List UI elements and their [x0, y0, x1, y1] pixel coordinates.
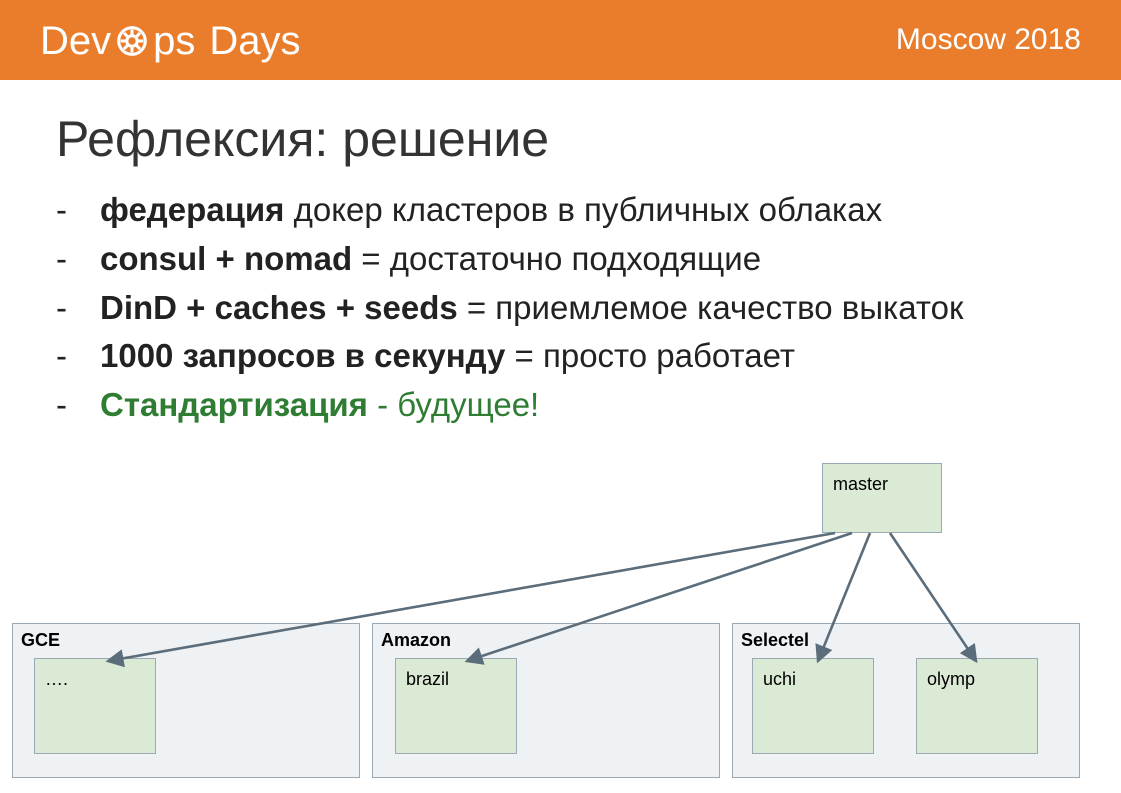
selectel-node-uchi: uchi [752, 658, 874, 754]
gce-node: …. [34, 658, 156, 754]
selectel-node-olymp: olymp [916, 658, 1038, 754]
logo: Dev ps Days [40, 16, 301, 64]
bullet-item: Стандартизация - будущее! [56, 381, 1121, 430]
logo-ps: ps [153, 19, 195, 64]
bullet-list: федерация докер кластеров в публичных об… [56, 186, 1121, 430]
gear-icon [113, 22, 151, 60]
bullet-item: 1000 запросов в секунду = просто работае… [56, 332, 1121, 381]
logo-dev: Dev [40, 19, 111, 64]
master-node: master [822, 463, 942, 533]
bullet-item: DinD + caches + seeds = приемлемое качес… [56, 284, 1121, 333]
bullet-item: consul + nomad = достаточно подходящие [56, 235, 1121, 284]
header-bar: Dev ps Days Moscow 2018 [0, 0, 1121, 80]
architecture-diagram: master GCE …. Amazon brazil Selectel uch… [0, 463, 1121, 793]
slide-title: Рефлексия: решение [56, 110, 1121, 168]
bullet-item: федерация докер кластеров в публичных об… [56, 186, 1121, 235]
logo-days: Days [209, 19, 300, 64]
amazon-node: brazil [395, 658, 517, 754]
event-label: Moscow 2018 [896, 23, 1081, 57]
